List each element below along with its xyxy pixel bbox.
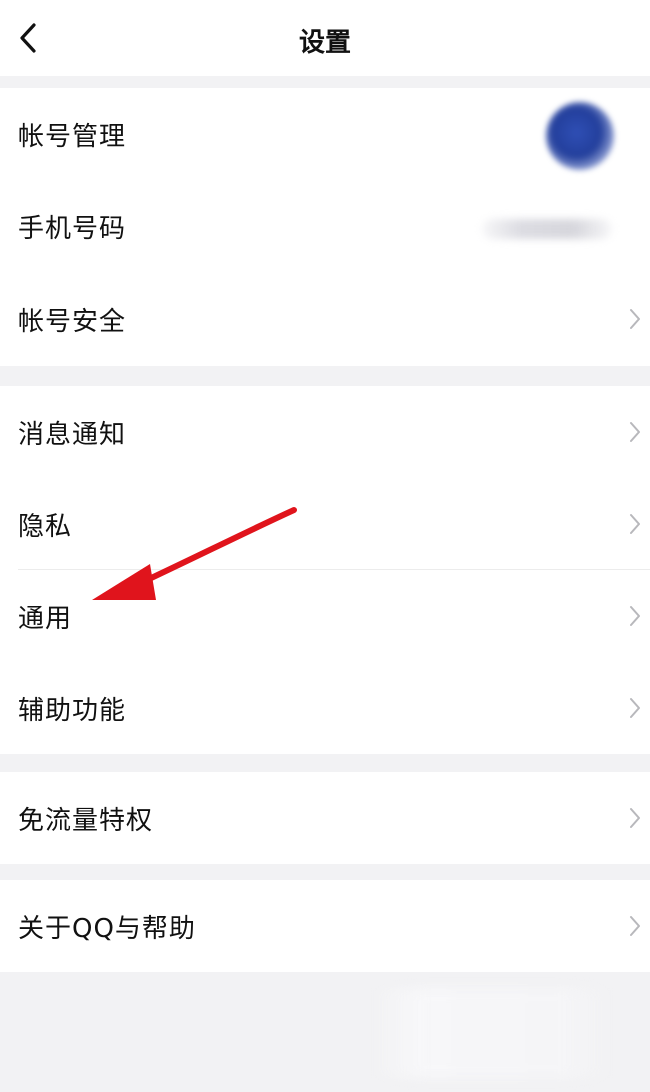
chevron-right-icon	[630, 808, 640, 828]
settings-group-about: 关于QQ与帮助	[0, 880, 650, 972]
settings-item-general[interactable]: 通用	[0, 570, 650, 662]
settings-item-phone-number[interactable]: 手机号码	[0, 180, 650, 272]
chevron-right-icon	[630, 422, 640, 442]
settings-screen: 设置 帐号管理 手机号码 帐号安全 消息通知 隐私 通用 辅助功能 免流量特权 …	[0, 0, 650, 1092]
chevron-right-icon	[630, 514, 640, 534]
settings-item-label: 辅助功能	[18, 695, 127, 726]
page-title: 设置	[298, 28, 351, 58]
nav-bar: 设置	[0, 0, 650, 76]
settings-item-privacy[interactable]: 隐私	[0, 478, 650, 570]
settings-item-accessibility[interactable]: 辅助功能	[0, 662, 650, 754]
settings-item-label: 手机号码	[18, 213, 127, 244]
chevron-right-icon	[630, 309, 640, 329]
settings-group-account: 帐号管理 手机号码 帐号安全	[0, 88, 650, 366]
settings-item-label: 帐号管理	[18, 121, 127, 152]
chevron-right-icon	[630, 606, 640, 626]
blurred-patch	[372, 988, 612, 1078]
settings-item-label: 通用	[18, 603, 73, 634]
settings-item-notifications[interactable]: 消息通知	[0, 386, 650, 478]
settings-item-about-qq-help[interactable]: 关于QQ与帮助	[0, 880, 650, 972]
settings-item-label: 消息通知	[18, 419, 127, 450]
avatar	[546, 102, 614, 170]
phone-number-value-blurred	[482, 218, 612, 239]
settings-item-label: 帐号安全	[18, 306, 127, 337]
chevron-right-icon	[630, 698, 640, 718]
settings-item-account-management[interactable]: 帐号管理	[0, 88, 650, 180]
chevron-right-icon	[630, 916, 640, 936]
settings-item-label: 关于QQ与帮助	[18, 913, 196, 944]
settings-item-label: 免流量特权	[18, 805, 154, 836]
settings-group-data-free: 免流量特权	[0, 772, 650, 864]
settings-item-data-free-privilege[interactable]: 免流量特权	[0, 772, 650, 864]
settings-group-general: 消息通知 隐私 通用 辅助功能	[0, 386, 650, 754]
settings-item-label: 隐私	[18, 511, 73, 542]
settings-item-account-security[interactable]: 帐号安全	[0, 272, 650, 366]
bottom-blank-area	[0, 972, 650, 1092]
